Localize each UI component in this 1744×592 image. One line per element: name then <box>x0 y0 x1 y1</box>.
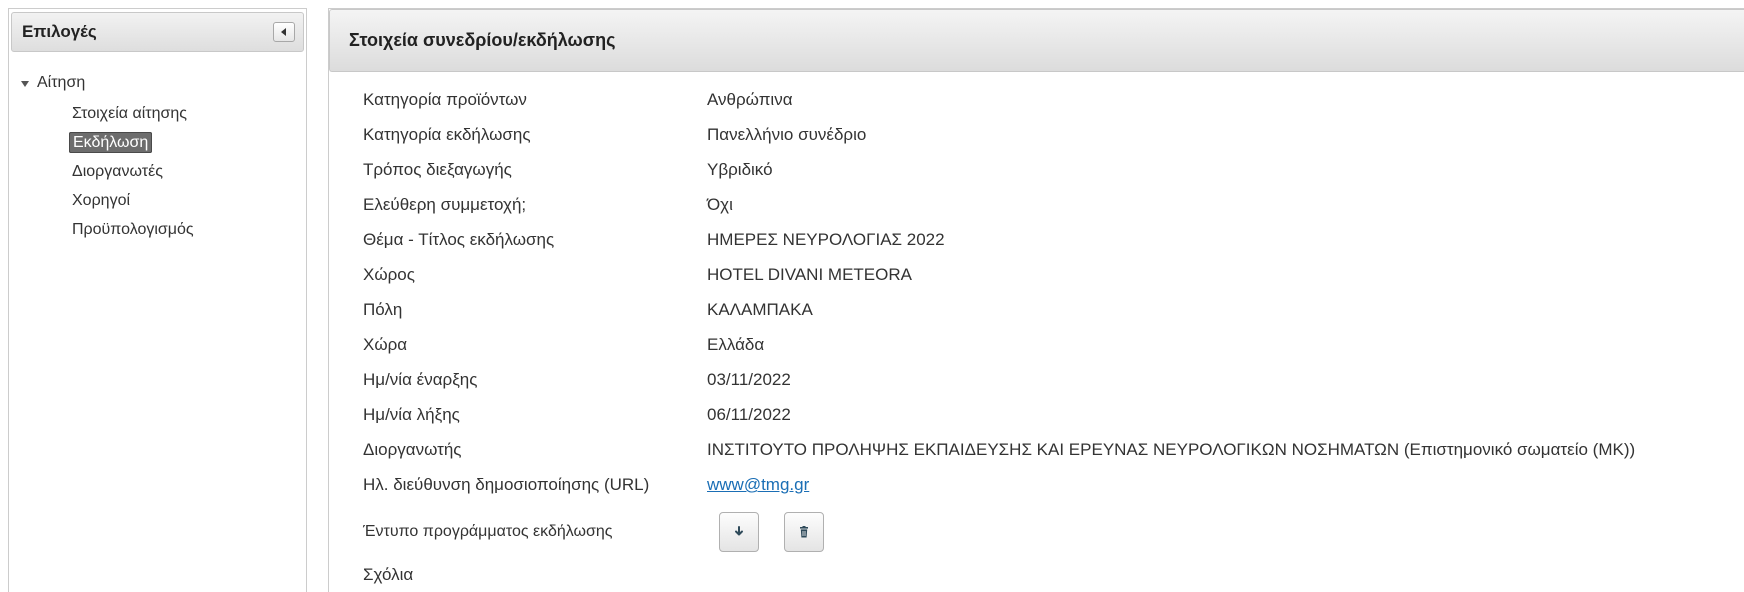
download-button[interactable] <box>719 512 759 552</box>
sidebar: Επιλογές Αίτηση Στοιχεία αίτησης Εκδήλωσ… <box>8 8 307 592</box>
field-label: Ημ/νία λήξης <box>363 405 460 424</box>
field-label: Έντυπο προγράμματος εκδήλωσης <box>363 523 613 540</box>
field-value: Όχι <box>707 195 733 214</box>
field-row: Κατηγορία εκδήλωσης Πανελλήνιο συνέδριο <box>363 117 866 152</box>
field-row: Θέμα - Τίτλος εκδήλωσης ΗΜΕΡΕΣ ΝΕΥΡΟΛΟΓΙ… <box>363 222 945 257</box>
comments-label: Σχόλια <box>363 565 414 584</box>
sidebar-item-xorigoi[interactable]: Χορηγοί <box>69 186 197 215</box>
trash-icon <box>800 526 808 538</box>
sidebar-title: Επιλογές <box>22 22 97 41</box>
field-label: Ημ/νία έναρξης <box>363 370 478 389</box>
sidebar-item-diorganotes[interactable]: Διοργανωτές <box>69 157 197 186</box>
field-value: ΗΜΕΡΕΣ ΝΕΥΡΟΛΟΓΙΑΣ 2022 <box>707 230 945 249</box>
field-row: Πόλη ΚΑΛΑΜΠΑΚΑ <box>363 292 813 327</box>
delete-button[interactable] <box>784 512 824 552</box>
sidebar-item-stoixeia-aitisis[interactable]: Στοιχεία αίτησης <box>69 99 197 128</box>
field-value: Ανθρώπινα <box>707 90 793 109</box>
sidebar-item-proypologismos[interactable]: Προϋπολογισμός <box>69 215 197 244</box>
field-row: Χώρος HOTEL DIVANI METEORA <box>363 257 912 292</box>
field-label: Τρόπος διεξαγωγής <box>363 160 512 179</box>
caret-down-icon[interactable] <box>21 80 29 87</box>
field-value: Υβριδικό <box>707 160 773 179</box>
field-value: Ελλάδα <box>707 335 765 354</box>
main-panel: Στοιχεία συνεδρίου/εκδήλωσης Κατηγορία π… <box>328 8 1744 592</box>
field-label: Κατηγορία προϊόντων <box>363 90 527 109</box>
field-row: Τρόπος διεξαγωγής Υβριδικό <box>363 152 773 187</box>
field-value: ΚΑΛΑΜΠΑΚΑ <box>707 300 813 319</box>
page-title: Στοιχεία συνεδρίου/εκδήλωσης <box>349 30 616 50</box>
chevron-left-icon <box>281 28 286 36</box>
collapse-sidebar-button[interactable] <box>273 22 295 42</box>
field-row: Διοργανωτής ΙΝΣΤΙΤΟΥΤΟ ΠΡΟΛΗΨΗΣ ΕΚΠΑΙΔΕΥ… <box>363 432 1635 467</box>
field-row: Ελεύθερη συμμετοχή; Όχι <box>363 187 733 222</box>
url-link[interactable]: www@tmg.gr <box>707 475 809 494</box>
field-row-url: Ηλ. διεύθυνση δημοσιοποίησης (URL) www@t… <box>363 467 809 502</box>
field-row: Ημ/νία έναρξης 03/11/2022 <box>363 362 791 397</box>
field-label: Πόλη <box>363 300 403 319</box>
navigation-tree: Αίτηση Στοιχεία αίτησης Εκδήλωση Διοργαν… <box>21 71 197 244</box>
field-row-program: Έντυπο προγράμματος εκδήλωσης <box>363 514 707 549</box>
field-label: Χώρα <box>363 335 408 354</box>
sidebar-item-label[interactable]: Στοιχεία αίτησης <box>69 104 190 123</box>
field-value: www@tmg.gr <box>707 467 809 502</box>
field-label: Χώρος <box>363 265 415 284</box>
tree-node-label: Αίτηση <box>37 74 86 91</box>
tree-children: Στοιχεία αίτησης Εκδήλωση Διοργανωτές Χο… <box>69 99 197 244</box>
sidebar-item-label[interactable]: Διοργανωτές <box>69 162 166 181</box>
field-row: Χώρα Ελλάδα <box>363 327 764 362</box>
field-value: Πανελλήνιο συνέδριο <box>707 125 867 144</box>
sidebar-header: Επιλογές <box>11 12 304 52</box>
field-label: Θέμα - Τίτλος εκδήλωσης <box>363 230 555 249</box>
panel-header: Στοιχεία συνεδρίου/εκδήλωσης <box>329 9 1744 72</box>
field-value: ΙΝΣΤΙΤΟΥΤΟ ΠΡΟΛΗΨΗΣ ΕΚΠΑΙΔΕΥΣΗΣ ΚΑΙ ΕΡΕΥ… <box>707 440 1636 459</box>
field-label: Διοργανωτής <box>363 440 462 459</box>
sidebar-item-label[interactable]: Εκδήλωση <box>69 132 153 153</box>
tree-node-aitisi[interactable]: Αίτηση <box>21 71 197 95</box>
sidebar-item-label[interactable]: Χορηγοί <box>69 191 133 210</box>
field-row-comments: Σχόλια <box>363 557 707 592</box>
field-label: Κατηγορία εκδήλωσης <box>363 125 531 144</box>
sidebar-item-ekdilosi[interactable]: Εκδήλωση <box>69 128 197 157</box>
field-value: 03/11/2022 <box>707 370 791 389</box>
field-row: Κατηγορία προϊόντων Ανθρώπινα <box>363 82 793 117</box>
download-icon <box>735 526 743 536</box>
field-row: Ημ/νία λήξης 06/11/2022 <box>363 397 791 432</box>
field-value: 06/11/2022 <box>707 405 791 424</box>
field-label: Ελεύθερη συμμετοχή; <box>363 195 527 214</box>
field-label: Ηλ. διεύθυνση δημοσιοποίησης (URL) <box>363 475 650 494</box>
sidebar-item-label[interactable]: Προϋπολογισμός <box>69 220 197 239</box>
field-value: HOTEL DIVANI METEORA <box>707 265 912 284</box>
